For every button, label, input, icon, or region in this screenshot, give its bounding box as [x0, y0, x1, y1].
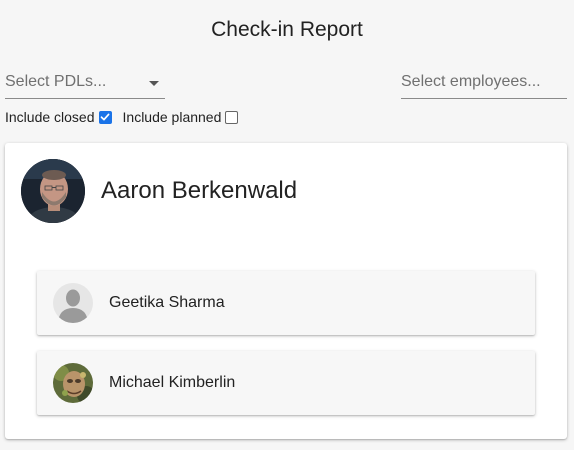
pdl-card: Aaron Berkenwald Geetika Sharma Michael …	[5, 143, 567, 439]
filter-options: Include closed Include planned	[5, 108, 239, 126]
include-closed-label: Include closed	[5, 109, 95, 125]
include-planned-label: Include planned	[122, 109, 222, 125]
include-closed-checkbox[interactable]	[98, 110, 112, 124]
page-title: Check-in Report	[211, 18, 363, 41]
dropdown-arrow-icon[interactable]	[149, 81, 159, 86]
team-member-card[interactable]: Geetika Sharma	[37, 271, 535, 335]
default-person-silhouette-icon	[53, 283, 93, 323]
team-member-card[interactable]: Michael Kimberlin	[37, 351, 535, 415]
team-member-name: Michael Kimberlin	[109, 374, 236, 391]
employees-select[interactable]: Select employees...	[401, 70, 567, 99]
avatar	[53, 363, 93, 403]
pdl-name: Aaron Berkenwald	[101, 177, 298, 204]
include-planned-checkbox[interactable]	[225, 110, 239, 124]
team-member-name: Geetika Sharma	[109, 294, 225, 311]
pdl-select[interactable]: Select PDLs...	[5, 70, 165, 99]
pdl-select-placeholder: Select PDLs...	[5, 73, 107, 90]
employees-select-placeholder: Select employees...	[401, 73, 541, 90]
avatar	[21, 159, 85, 223]
checkmark-icon	[100, 113, 110, 121]
